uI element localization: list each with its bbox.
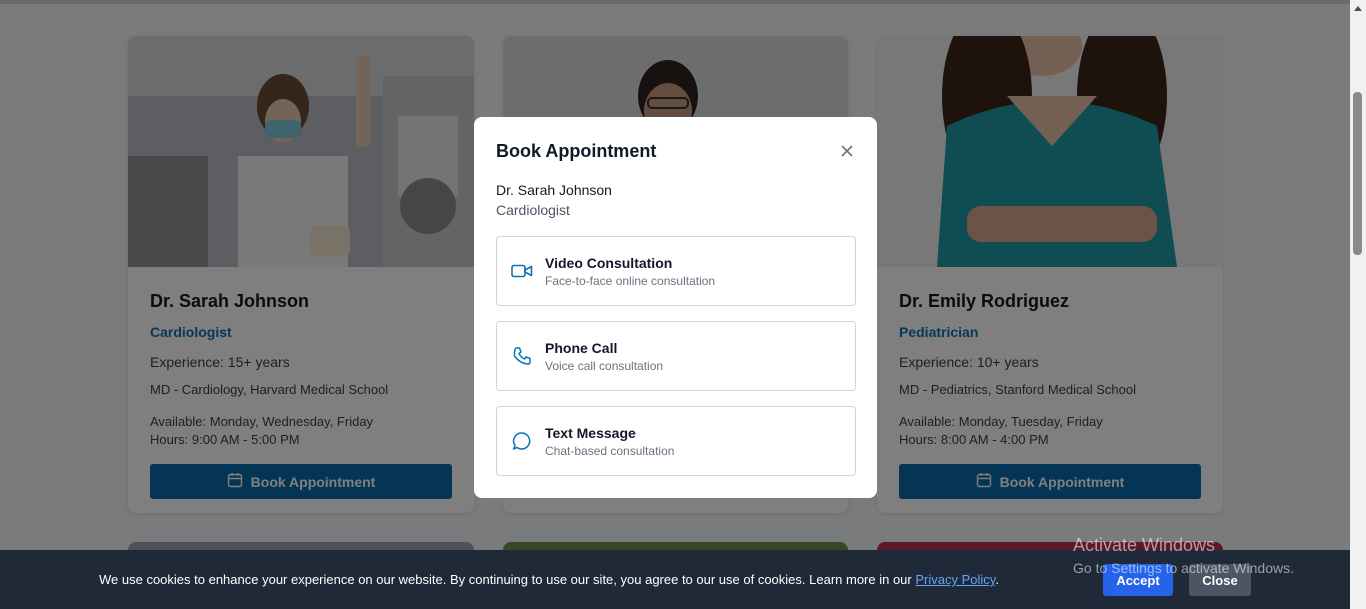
option-subtitle: Voice call consultation — [545, 358, 664, 373]
scrollbar[interactable] — [1350, 0, 1366, 609]
option-subtitle: Face-to-face online consultation — [545, 273, 716, 288]
scrollbar-thumb[interactable] — [1353, 92, 1362, 255]
option-subtitle: Chat-based consultation — [545, 443, 675, 458]
phone-icon — [511, 345, 533, 367]
modal-doctor-specialty: Cardiologist — [496, 202, 570, 218]
scroll-up-icon[interactable] — [1354, 6, 1362, 11]
watermark-title: Activate Windows — [1073, 535, 1216, 555]
privacy-policy-link[interactable]: Privacy Policy — [915, 572, 995, 587]
option-phone-call[interactable]: Phone Call Voice call consultation — [496, 321, 856, 391]
option-title: Text Message — [545, 424, 636, 441]
option-text-message[interactable]: Text Message Chat-based consultation — [496, 406, 856, 476]
modal-doctor-name: Dr. Sarah Johnson — [496, 182, 612, 198]
cookie-text-end: . — [995, 572, 999, 587]
cookie-message: We use cookies to enhance your experienc… — [99, 572, 999, 587]
book-appointment-modal: Book Appointment Dr. Sarah Johnson Cardi… — [474, 117, 877, 498]
activate-windows-watermark: Activate Windows Go to Settings to activ… — [1073, 535, 1294, 576]
option-video-consultation[interactable]: Video Consultation Face-to-face online c… — [496, 236, 856, 306]
chat-icon — [511, 430, 533, 452]
cookie-text: We use cookies to enhance your experienc… — [99, 572, 912, 587]
watermark-subtitle: Go to Settings to activate Windows. — [1073, 560, 1294, 576]
video-icon — [511, 260, 533, 282]
modal-title: Book Appointment — [496, 141, 657, 161]
option-title: Video Consultation — [545, 254, 673, 271]
option-title: Phone Call — [545, 339, 618, 356]
close-icon[interactable] — [839, 143, 855, 159]
